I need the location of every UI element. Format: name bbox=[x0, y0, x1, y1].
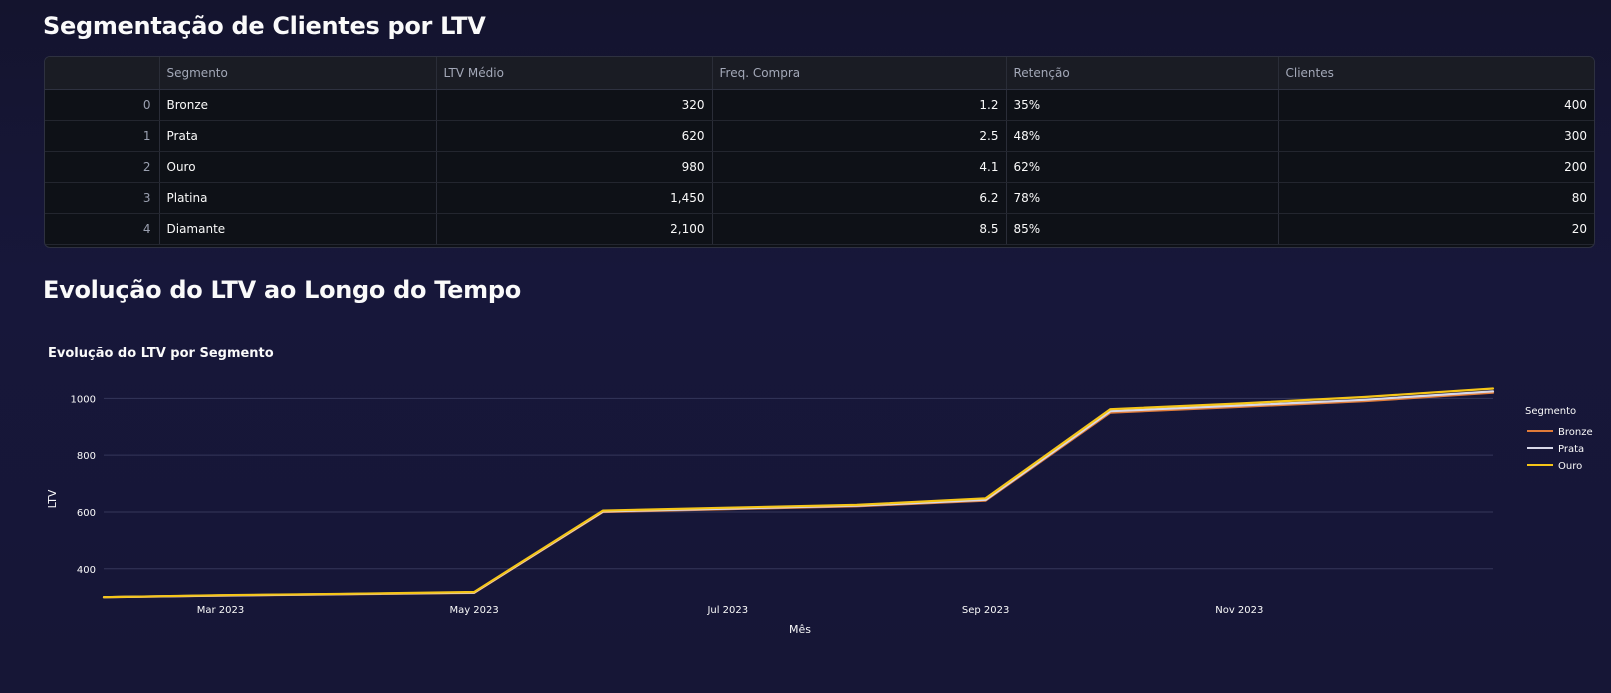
cell-clientes: 20 bbox=[1278, 213, 1594, 245]
cell-index: 4 bbox=[45, 213, 160, 245]
chart-gridlines bbox=[104, 397, 1493, 570]
section-title-evolution: Evolução do LTV ao Longo do Tempo bbox=[43, 276, 521, 304]
table-header-row: Segmento LTV Médio Freq. Compra Retenção… bbox=[45, 57, 1594, 90]
legend-item-label: Bronze bbox=[1558, 427, 1593, 438]
legend-title: Segmento bbox=[1525, 406, 1576, 417]
y-tick-label: 1000 bbox=[71, 394, 96, 405]
column-header-segmento[interactable]: Segmento bbox=[159, 57, 437, 90]
legend-item-label: Ouro bbox=[1558, 461, 1582, 472]
cell-retencao: 62% bbox=[1006, 151, 1279, 183]
column-header-retencao[interactable]: Retenção bbox=[1006, 57, 1279, 90]
cell-freq-compra: 1.2 bbox=[712, 89, 1007, 121]
series-line-prata[interactable] bbox=[102, 390, 1495, 599]
cell-freq-compra: 4.1 bbox=[712, 151, 1007, 183]
cell-freq-compra: 6.2 bbox=[712, 182, 1007, 214]
cell-clientes: 400 bbox=[1278, 89, 1594, 121]
table-row[interactable]: 3 Platina 1,450 6.2 78% 80 bbox=[45, 182, 1594, 214]
chart-series[interactable] bbox=[102, 387, 1495, 599]
cell-segmento: Platina bbox=[159, 182, 437, 214]
cell-index: 3 bbox=[45, 182, 160, 214]
cell-segmento: Bronze bbox=[159, 89, 437, 121]
ltv-line-chart[interactable]: Evolução do LTV por Segmento 400 600 800 10… bbox=[0, 330, 1611, 660]
table-row[interactable]: 0 Bronze 320 1.2 35% 400 bbox=[45, 89, 1594, 121]
cell-ltv-medio: 320 bbox=[436, 89, 713, 121]
cell-segmento: Prata bbox=[159, 120, 437, 152]
x-tick-label: Sep 2023 bbox=[962, 605, 1009, 616]
cell-segmento: Ouro bbox=[159, 151, 437, 183]
cell-index: 2 bbox=[45, 151, 160, 183]
x-tick-label: May 2023 bbox=[449, 605, 498, 616]
cell-index: 0 bbox=[45, 89, 160, 121]
cell-ltv-medio: 1,450 bbox=[436, 182, 713, 214]
cell-retencao: 35% bbox=[1006, 89, 1279, 121]
cell-index: 1 bbox=[45, 120, 160, 152]
cell-clientes: 80 bbox=[1278, 182, 1594, 214]
segment-table[interactable]: Segmento LTV Médio Freq. Compra Retenção… bbox=[44, 56, 1595, 248]
x-axis-label: Mês bbox=[789, 623, 811, 636]
cell-ltv-medio: 620 bbox=[436, 120, 713, 152]
y-tick-label: 800 bbox=[77, 451, 96, 462]
column-header-ltv-medio[interactable]: LTV Médio bbox=[436, 57, 713, 90]
cell-retencao: 85% bbox=[1006, 213, 1279, 245]
cell-retencao: 48% bbox=[1006, 120, 1279, 152]
y-tick-label: 400 bbox=[77, 565, 96, 576]
column-header-index[interactable] bbox=[45, 57, 160, 90]
column-header-freq-compra[interactable]: Freq. Compra bbox=[712, 57, 1007, 90]
series-line-ouro[interactable] bbox=[102, 387, 1495, 599]
cell-clientes: 300 bbox=[1278, 120, 1594, 152]
y-tick-label: 600 bbox=[77, 508, 96, 519]
cell-ltv-medio: 980 bbox=[436, 151, 713, 183]
y-axis-ticks: 400 600 800 1000 bbox=[71, 394, 96, 575]
cell-ltv-medio: 2,100 bbox=[436, 213, 713, 245]
cell-segmento: Diamante bbox=[159, 213, 437, 245]
chart-legend[interactable]: Segmento Bronze Prata Ouro bbox=[1525, 406, 1593, 472]
table-row[interactable]: 4 Diamante 2,100 8.5 85% 20 bbox=[45, 213, 1594, 245]
y-axis-label: LTV bbox=[46, 489, 59, 508]
cell-freq-compra: 2.5 bbox=[712, 120, 1007, 152]
cell-clientes: 200 bbox=[1278, 151, 1594, 183]
series-line-bronze[interactable] bbox=[102, 391, 1495, 599]
x-tick-label: Mar 2023 bbox=[197, 605, 245, 616]
cell-retencao: 78% bbox=[1006, 182, 1279, 214]
x-tick-label: Nov 2023 bbox=[1215, 605, 1263, 616]
table-row[interactable]: 2 Ouro 980 4.1 62% 200 bbox=[45, 151, 1594, 183]
legend-item-label: Prata bbox=[1558, 444, 1584, 455]
section-title-segmentation: Segmentação de Clientes por LTV bbox=[43, 12, 486, 40]
x-tick-label: Jul 2023 bbox=[706, 605, 748, 616]
cell-freq-compra: 8.5 bbox=[712, 213, 1007, 245]
table-row[interactable]: 1 Prata 620 2.5 48% 300 bbox=[45, 120, 1594, 152]
x-axis-ticks: Mar 2023 May 2023 Jul 2023 Sep 2023 Nov 2023 bbox=[197, 605, 1264, 616]
column-header-clientes[interactable]: Clientes bbox=[1278, 57, 1594, 90]
chart-title: Evolução do LTV por Segmento bbox=[48, 346, 274, 361]
